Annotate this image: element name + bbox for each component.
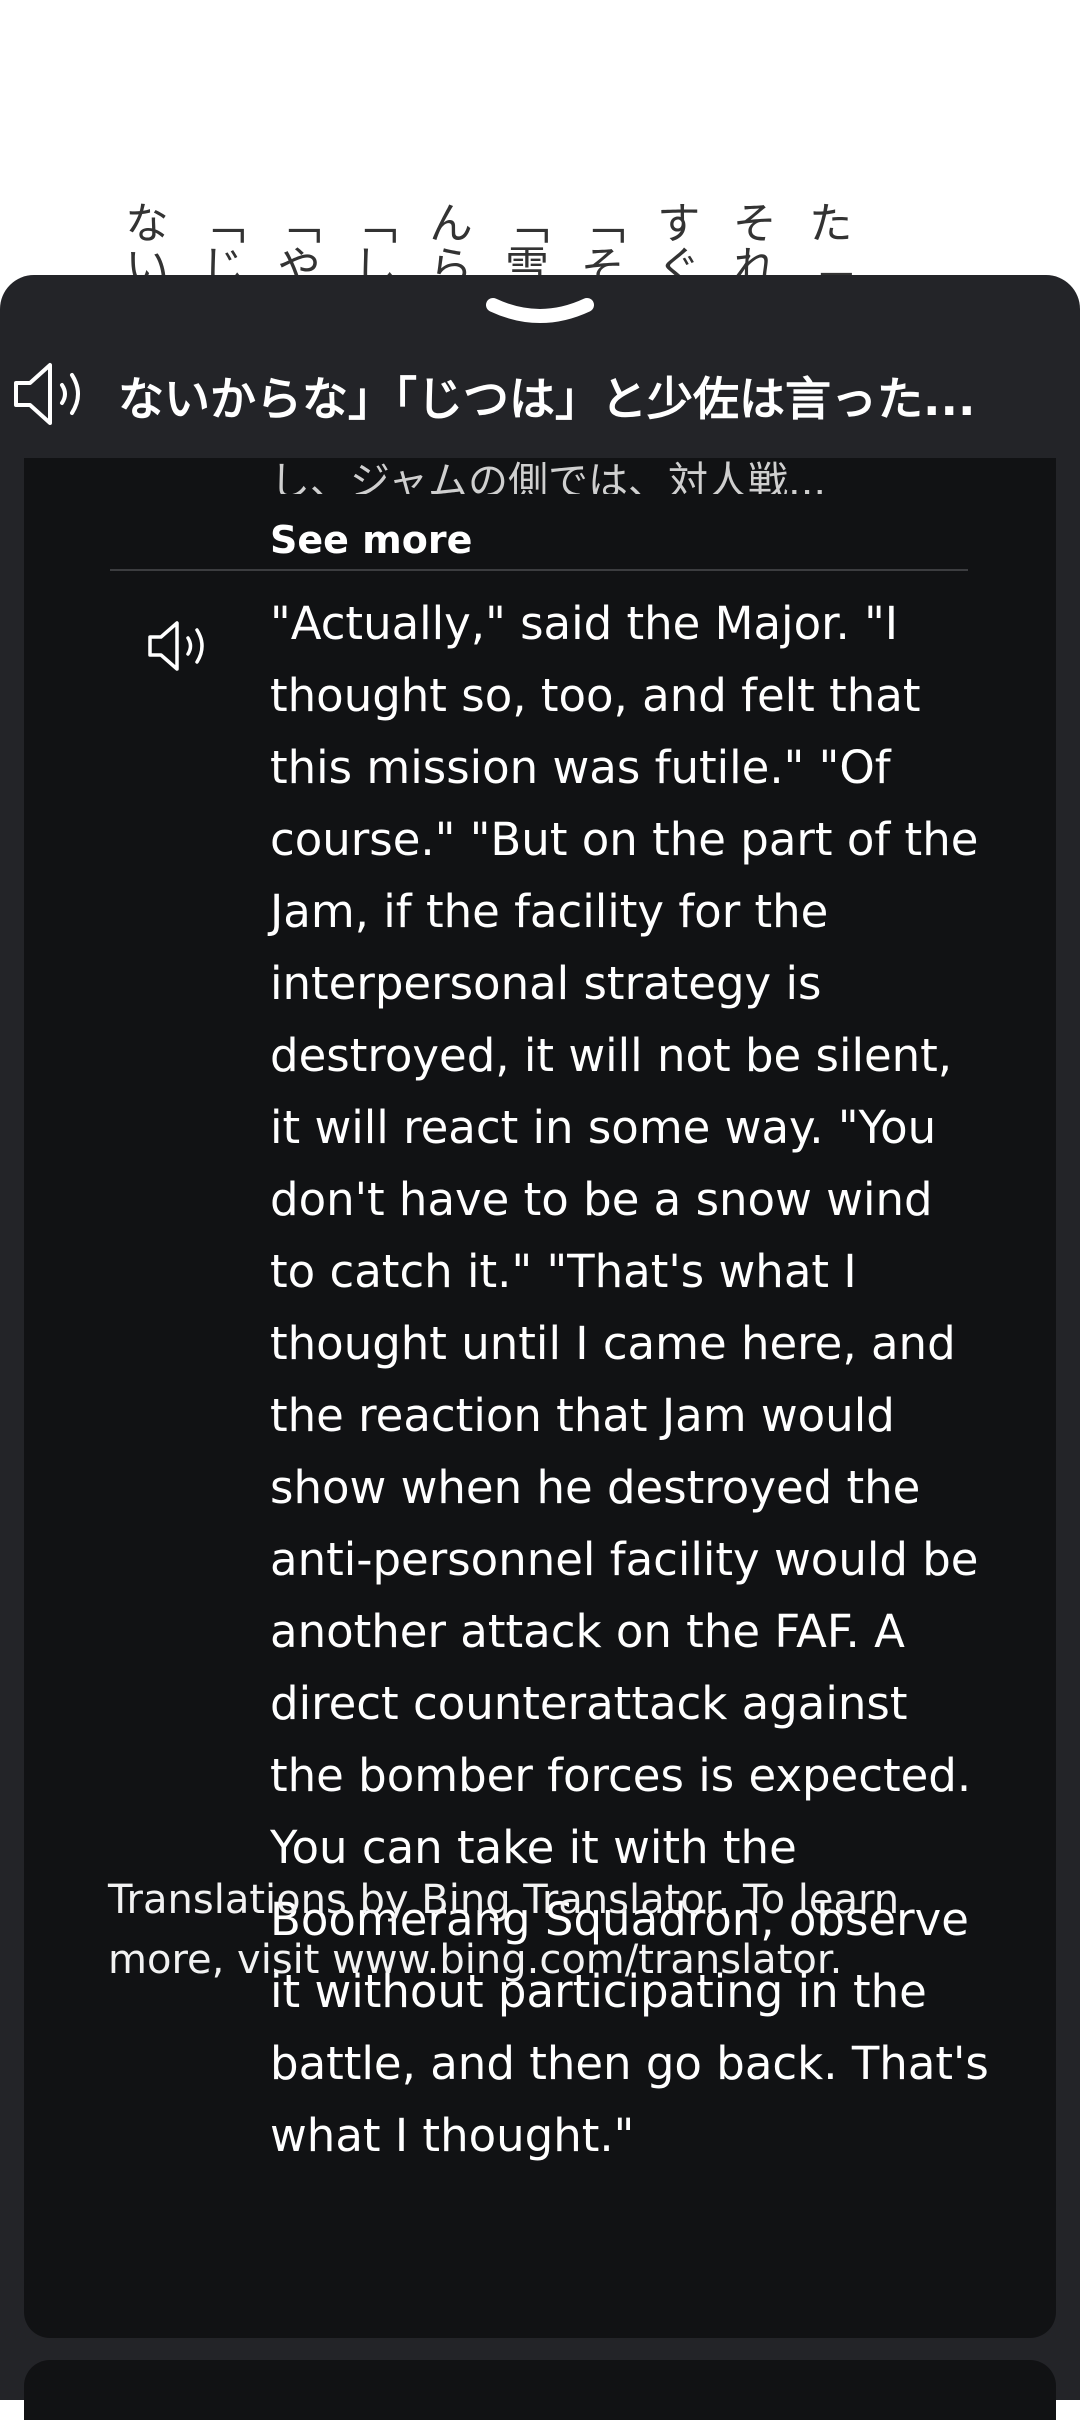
chevron-down-icon[interactable] (485, 295, 595, 335)
book-page: た「 それ すぐ 「そ 「雪 んら 「し 「や 「じ ない (0, 0, 1080, 320)
divider (110, 569, 968, 571)
speaker-icon[interactable] (146, 618, 212, 674)
translator-credit: Translations by Bing Translator. To lear… (108, 1877, 900, 1983)
translation-sheet: ないからな」「じつは」と少佐は言った... し、ジャムの側では、対人戦... S… (0, 275, 1080, 2400)
see-more-link[interactable]: See more (270, 518, 472, 562)
previous-source-line: し、ジャムの側では、対人戦... (270, 459, 827, 494)
speaker-icon[interactable] (12, 359, 88, 429)
source-text-preview: ないからな」「じつは」と少佐は言った... (118, 372, 976, 426)
next-card (24, 2360, 1056, 2420)
translation-panel: し、ジャムの側では、対人戦... See more "Actually," sa… (24, 458, 1056, 2338)
sheet-header: ないからな」「じつは」と少佐は言った... (0, 335, 1080, 455)
